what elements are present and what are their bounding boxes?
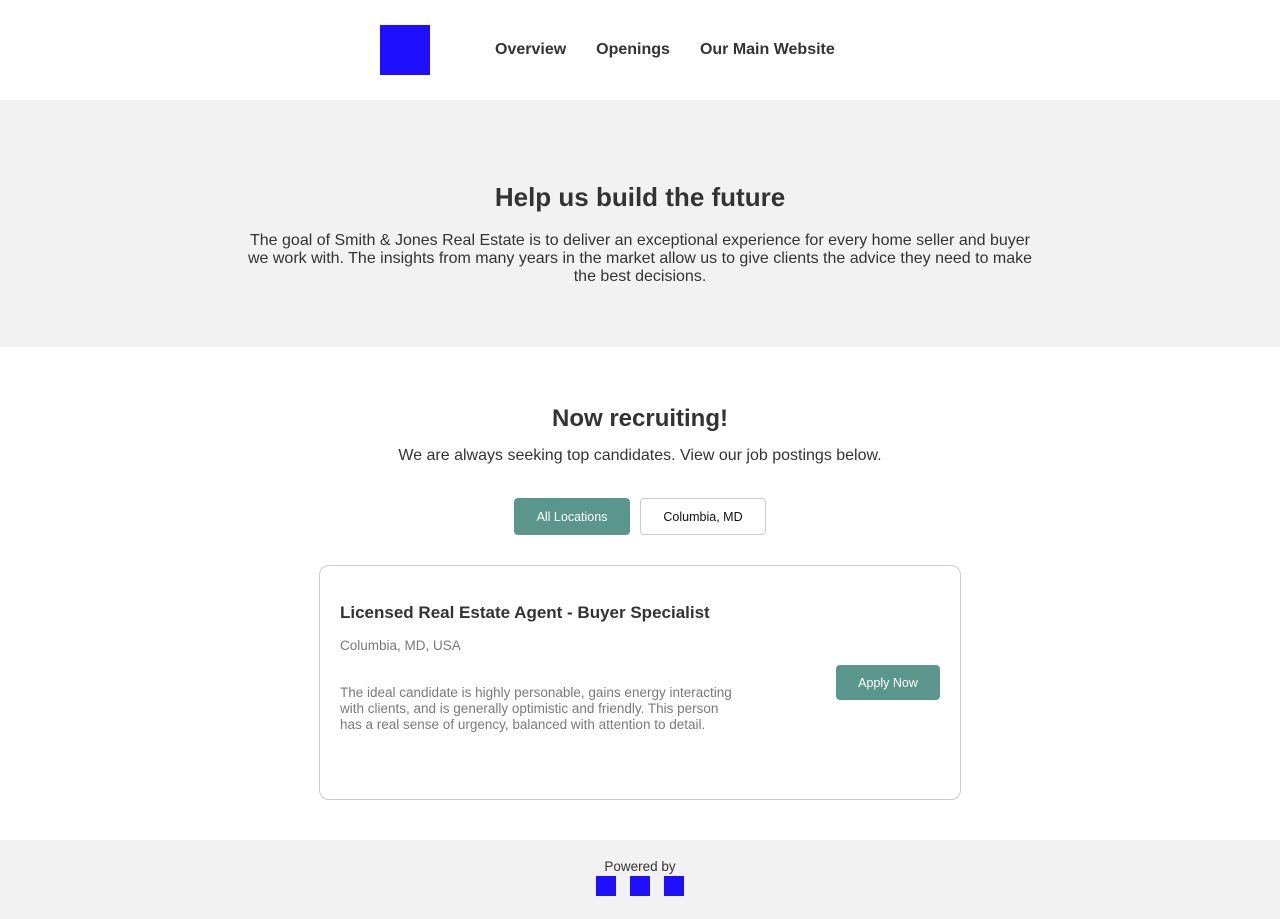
filter-columbia-md-button[interactable]: Columbia, MD <box>640 498 766 535</box>
main-nav: Overview Openings Our Main Website <box>495 40 835 60</box>
powered-by-text: Powered by <box>604 859 676 874</box>
hero-title: Help us build the future <box>494 182 786 212</box>
site-footer: Powered by <box>0 840 1280 919</box>
recruiting-subtitle: We are always seeking top candidates. Vi… <box>398 447 882 464</box>
location-filters: All Locations Columbia, MD <box>0 498 1280 535</box>
site-header: Overview Openings Our Main Website <box>0 0 1280 100</box>
job-location: Columbia, MD, USA <box>340 638 461 653</box>
company-logo[interactable] <box>380 25 430 75</box>
nav-overview[interactable]: Overview <box>495 40 566 60</box>
brand-icon[interactable] <box>596 876 616 896</box>
nav-openings[interactable]: Openings <box>596 40 670 60</box>
nav-main-website[interactable]: Our Main Website <box>700 40 835 60</box>
job-description: The ideal candidate is highly personable… <box>340 685 732 732</box>
job-title[interactable]: Licensed Real Estate Agent - Buyer Speci… <box>340 603 710 623</box>
job-card: Licensed Real Estate Agent - Buyer Speci… <box>319 565 961 800</box>
hero-section: Help us build the future The goal of Smi… <box>0 100 1280 347</box>
brand-icon[interactable] <box>664 876 684 896</box>
filter-all-locations-button[interactable]: All Locations <box>514 498 630 535</box>
recruiting-title: Now recruiting! <box>551 405 728 432</box>
powered-by-logos <box>0 876 1280 896</box>
recruiting-section: Now recruiting! We are always seeking to… <box>0 347 1280 840</box>
hero-description: The goal of Smith & Jones Real Estate is… <box>247 232 1033 285</box>
apply-now-button[interactable]: Apply Now <box>836 665 940 700</box>
brand-icon[interactable] <box>630 876 650 896</box>
